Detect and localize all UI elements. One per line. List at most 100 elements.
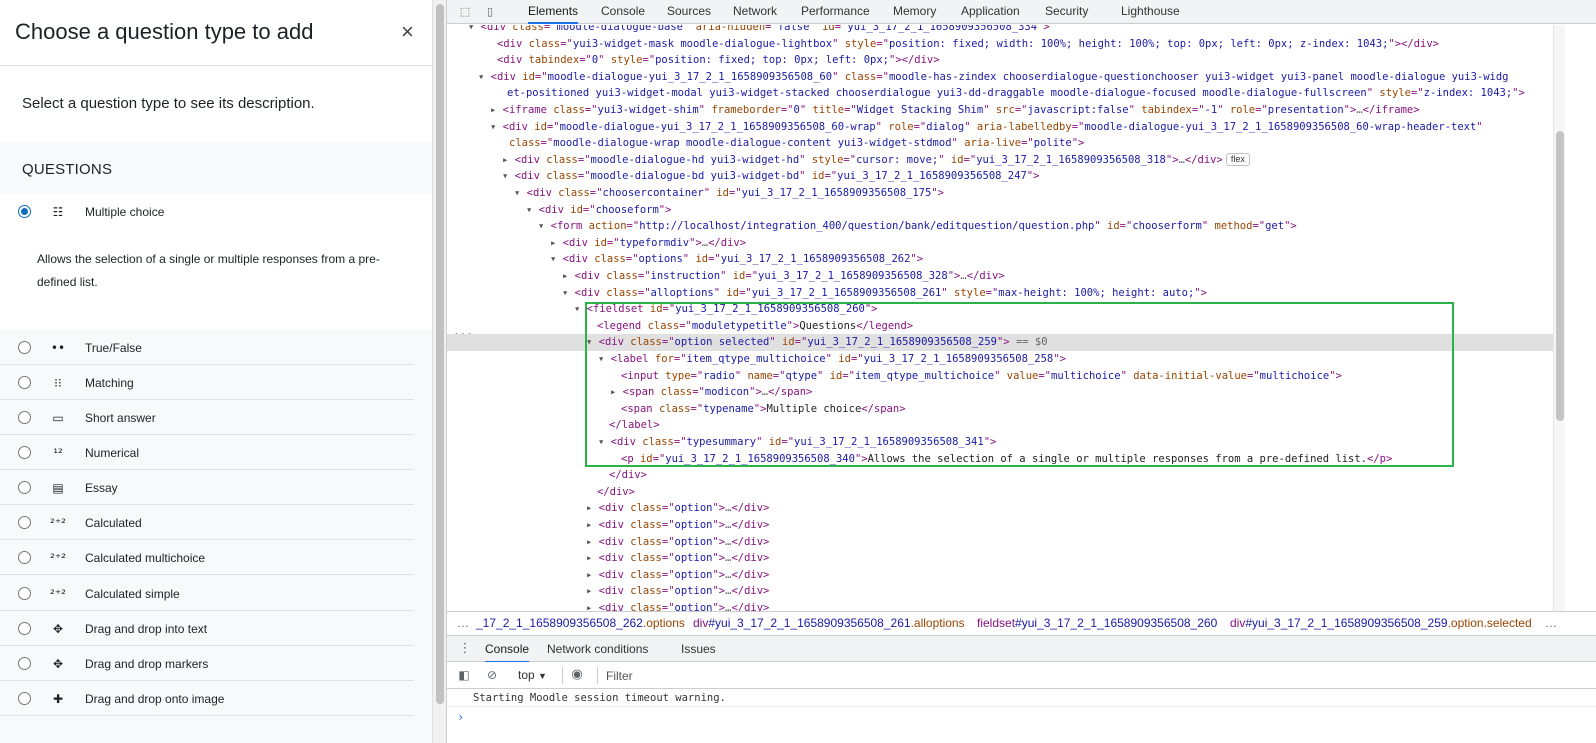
- inspect-element-icon[interactable]: ⬚: [458, 5, 472, 19]
- breadcrumb-item[interactable]: …: [457, 612, 469, 635]
- option-radio[interactable]: [18, 446, 31, 459]
- dom-line[interactable]: ▸ <div id="typeformdiv">…</div>: [447, 235, 1553, 252]
- dom-line[interactable]: <div tabindex="0" style="position: fixed…: [447, 52, 1553, 69]
- dom-line[interactable]: ▸ <div class="option">…</div>: [447, 500, 1553, 517]
- option-row[interactable]: ☷ Multiple choice: [0, 194, 414, 229]
- dom-line[interactable]: ▸ <div class="option">…</div>: [447, 534, 1553, 551]
- tab-memory[interactable]: Memory: [893, 0, 936, 24]
- device-toolbar-icon[interactable]: ▯: [483, 5, 497, 19]
- option-radio[interactable]: [18, 516, 31, 529]
- expand-arrow-icon[interactable]: ▸: [586, 552, 599, 564]
- breadcrumb-item[interactable]: div#yui_3_17_2_1_1658909356508_261.allop…: [693, 612, 965, 635]
- tab-console[interactable]: Console: [601, 0, 645, 24]
- expand-arrow-icon[interactable]: ▸: [562, 270, 575, 282]
- dom-line[interactable]: </div>: [447, 484, 1553, 501]
- option-row[interactable]: ✥ Drag and drop markers: [0, 646, 414, 681]
- dom-line[interactable]: </label>: [447, 417, 1553, 434]
- option-radio[interactable]: [18, 551, 31, 564]
- dom-line[interactable]: ▾ <div class="alloptions" id="yui_3_17_2…: [447, 285, 1553, 302]
- tab-network[interactable]: Network: [733, 0, 777, 24]
- dom-line[interactable]: ▸ <iframe class="yui3-widget-shim" frame…: [447, 102, 1553, 119]
- dom-line[interactable]: class="moodle-dialogue-wrap moodle-dialo…: [447, 135, 1553, 152]
- expand-arrow-icon[interactable]: ▸: [502, 154, 515, 166]
- dom-line[interactable]: <input type="radio" name="qtype" id="ite…: [447, 368, 1553, 385]
- flex-badge[interactable]: flex: [1225, 152, 1250, 166]
- option-row[interactable]: ▭ Short answer: [0, 400, 414, 435]
- expand-arrow-icon[interactable]: ▾: [538, 220, 551, 232]
- expand-arrow-icon[interactable]: ▸: [586, 585, 599, 597]
- dom-line[interactable]: ▾ <div id="chooseform">: [447, 202, 1553, 219]
- expand-arrow-icon[interactable]: ▾: [502, 170, 515, 182]
- dom-line[interactable]: ▾ <div class="moodle-dialogue-bd yui3-wi…: [447, 168, 1553, 185]
- dom-line[interactable]: <span class="typename">Multiple choice</…: [447, 401, 1553, 418]
- dom-line[interactable]: ▾ <div id="moodle-dialogue-yui_3_17_2_1_…: [447, 69, 1553, 86]
- expand-arrow-icon[interactable]: ▸: [586, 502, 599, 514]
- drawer-menu-icon[interactable]: ⋮: [458, 642, 472, 656]
- option-row[interactable]: ²⁺² Calculated: [0, 505, 414, 540]
- tab-security[interactable]: Security: [1045, 0, 1088, 24]
- dom-line[interactable]: ▸ <div class="option">…</div>: [447, 600, 1553, 611]
- breadcrumb-item[interactable]: fieldset#yui_3_17_2_1_1658909356508_260: [977, 612, 1217, 635]
- expand-arrow-icon[interactable]: ▸: [586, 536, 599, 548]
- expand-arrow-icon[interactable]: ▾: [586, 336, 599, 348]
- option-radio[interactable]: [18, 376, 31, 389]
- dom-line[interactable]: ▾ <form action="http://localhost/integra…: [447, 218, 1553, 235]
- dom-line[interactable]: ▾ <div class="choosercontainer" id="yui_…: [447, 185, 1553, 202]
- dom-line[interactable]: ▸ <div class="option">…</div>: [447, 583, 1553, 600]
- expand-arrow-icon[interactable]: ▸: [586, 569, 599, 581]
- option-row[interactable]: ✥ Drag and drop into text: [0, 611, 414, 646]
- context-selector[interactable]: top ▼: [518, 662, 547, 689]
- dom-line[interactable]: <p id="yui_3_17_2_1_1658909356508_340">A…: [447, 451, 1553, 468]
- dom-line[interactable]: ▾ <fieldset id="yui_3_17_2_1_16589093565…: [447, 301, 1553, 318]
- breadcrumb-item[interactable]: div#yui_3_17_2_1_1658909356508_259.optio…: [1230, 612, 1532, 635]
- breadcrumb-item[interactable]: …: [1545, 612, 1557, 635]
- option-row[interactable]: ¹² Numerical: [0, 435, 414, 470]
- expand-arrow-icon[interactable]: ▾: [490, 121, 503, 133]
- dom-line[interactable]: ▾ <label for="item_qtype_multichoice" id…: [447, 351, 1553, 368]
- eye-icon[interactable]: ◉: [570, 668, 584, 682]
- option-row[interactable]: •• True/False: [0, 330, 414, 365]
- sidebar-toggle-icon[interactable]: ◧: [457, 668, 471, 682]
- dom-line[interactable]: ▸ <div class="option">…</div>: [447, 567, 1553, 584]
- tab-performance[interactable]: Performance: [801, 0, 870, 24]
- option-radio[interactable]: [18, 341, 31, 354]
- dom-line[interactable]: ▸ <span class="modicon">…</span>: [447, 384, 1553, 401]
- expand-arrow-icon[interactable]: ▾: [514, 187, 527, 199]
- dom-scrollbar[interactable]: [1553, 25, 1565, 611]
- dom-line[interactable]: ▸ <div class="instruction" id="yui_3_17_…: [447, 268, 1553, 285]
- drawer-tab-issues[interactable]: Issues: [681, 636, 716, 663]
- option-radio[interactable]: [18, 205, 31, 218]
- dom-line[interactable]: ▾ <div class="options" id="yui_3_17_2_1_…: [447, 251, 1553, 268]
- dom-line[interactable]: et-positioned yui3-widget-modal yui3-wid…: [447, 85, 1553, 102]
- dom-line[interactable]: ▾ <div class="typesummary" id="yui_3_17_…: [447, 434, 1553, 451]
- clear-console-icon[interactable]: ⊘: [485, 668, 499, 682]
- expand-arrow-icon[interactable]: ▾: [598, 436, 611, 448]
- option-row[interactable]: ✚ Drag and drop onto image: [0, 681, 414, 716]
- dom-line[interactable]: ▸ <div class="option">…</div>: [447, 517, 1553, 534]
- dom-line[interactable]: </div>: [447, 467, 1553, 484]
- expand-arrow-icon[interactable]: ▸: [490, 104, 503, 116]
- option-row[interactable]: ²⁺² Calculated multichoice: [0, 540, 414, 575]
- drawer-tab-network-conditions[interactable]: Network conditions: [547, 636, 648, 663]
- option-radio[interactable]: [18, 411, 31, 424]
- option-row[interactable]: ▤ Essay: [0, 470, 414, 505]
- chooser-scrollbar[interactable]: [432, 0, 446, 743]
- console-filter-input[interactable]: [606, 666, 1586, 685]
- dom-scrollbar-thumb[interactable]: [1556, 131, 1564, 421]
- option-radio[interactable]: [18, 657, 31, 670]
- tab-sources[interactable]: Sources: [667, 0, 711, 24]
- expand-arrow-icon[interactable]: ▸: [586, 519, 599, 531]
- tab-elements[interactable]: Elements: [528, 0, 579, 24]
- dom-line[interactable]: ▾ <div id="moodle-dialogue-yui_3_17_2_1_…: [447, 119, 1553, 136]
- chooser-scrollbar-thumb[interactable]: [436, 4, 444, 704]
- expand-arrow-icon[interactable]: ▸: [586, 602, 599, 611]
- dom-line[interactable]: ▾ <div class="option selected" id="yui_3…: [447, 334, 1553, 352]
- option-radio[interactable]: [18, 692, 31, 705]
- expand-arrow-icon[interactable]: ▾: [598, 353, 611, 365]
- expand-arrow-icon[interactable]: ▸: [550, 237, 563, 249]
- close-icon[interactable]: ×: [401, 20, 414, 44]
- option-radio[interactable]: [18, 481, 31, 494]
- breadcrumb-item[interactable]: _17_2_1_1658909356508_262.options: [476, 612, 685, 635]
- option-radio[interactable]: [18, 622, 31, 635]
- console-prompt-icon[interactable]: ›: [457, 710, 464, 724]
